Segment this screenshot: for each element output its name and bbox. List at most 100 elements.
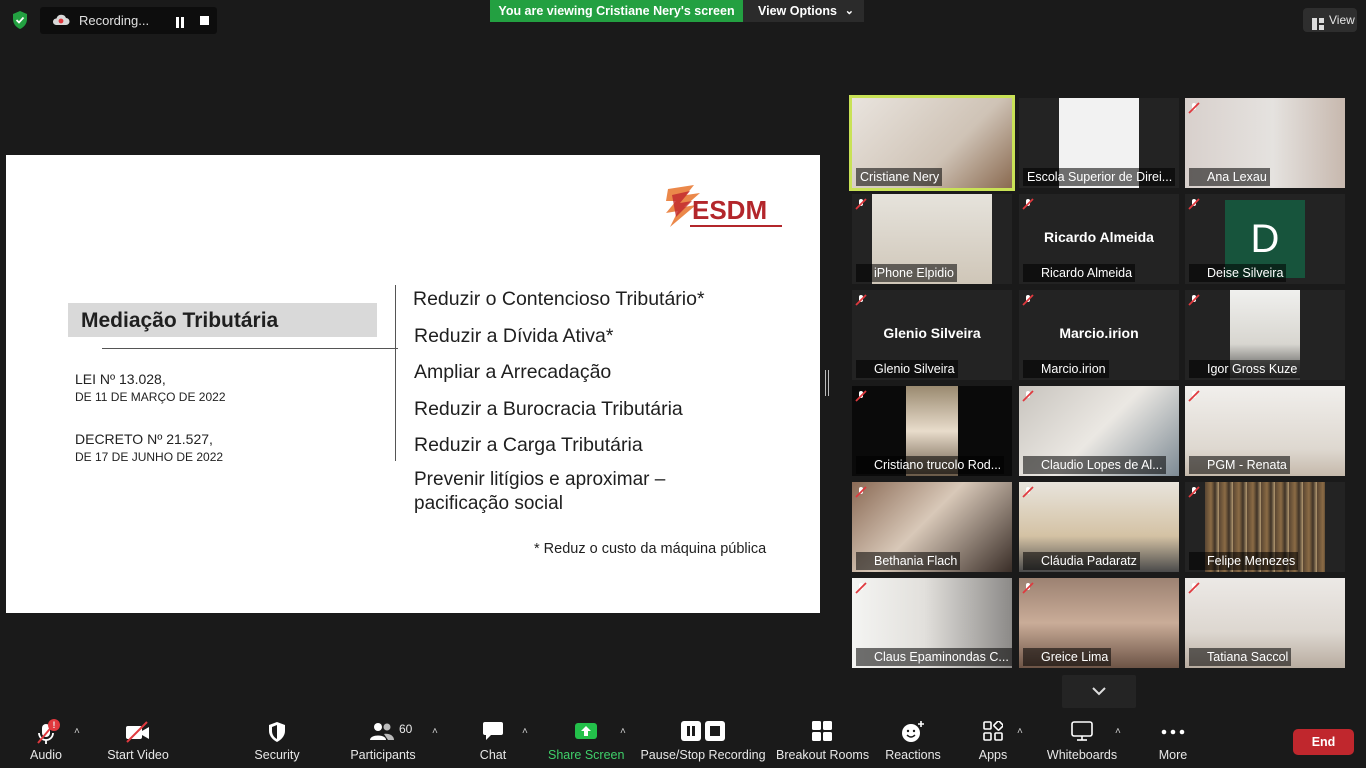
whiteboards-options-caret[interactable]: ˄ [1115,726,1121,737]
chevron-down-icon: ⌄ [844,5,854,17]
audio-label: Audio [30,748,62,762]
bullet-item: Reduzir a Burocracia Tributária [414,398,683,420]
view-layout-button[interactable]: View [1303,8,1357,32]
video-tile[interactable]: Claus Epaminondas C... [852,578,1012,668]
apps-options-caret[interactable]: ˄ [1017,726,1023,737]
law-1-number: LEI Nº 13.028, [75,371,166,387]
encryption-shield-icon[interactable] [10,10,30,30]
video-tile[interactable]: iPhone Elpidio [852,194,1012,284]
chat-label: Chat [479,748,507,762]
pause-stop-recording-label: Pause/Stop Recording [640,748,766,762]
participant-name: Tatiana Saccol [1189,648,1292,666]
view-options-label: View Options [758,4,837,18]
video-tile[interactable]: Greice Lima [1019,578,1179,668]
share-screen-label: Share Screen [548,748,625,762]
participant-name: Marcio.irion [1023,360,1109,378]
stop-recording-icon[interactable] [200,16,209,25]
video-tile[interactable]: Cristiano trucolo Rod... [852,386,1012,476]
divider-line [102,348,398,349]
participant-name: Felipe Menezes [1189,552,1299,570]
slide-title-box: Mediação Tributária [68,303,377,337]
participant-name: Bethania Flach [856,552,961,570]
participants-button[interactable]: 60 Participants [346,710,420,768]
video-tile[interactable]: Bethania Flach [852,482,1012,572]
vertical-divider [395,285,396,461]
recording-indicator: Recording... [40,7,217,34]
share-screen-button[interactable]: Share Screen [548,710,624,768]
pause-stop-recording-button[interactable]: Pause/Stop Recording [640,710,766,768]
security-button[interactable]: Security [249,710,305,768]
video-tile[interactable]: D Deise Silveira [1185,194,1345,284]
video-tile[interactable]: Cristiane Nery [849,95,1015,191]
muted-mic-icon [855,293,867,306]
bullet-item: Reduzir o Contencioso Tributário* [413,288,705,310]
video-tile[interactable]: Ana Lexau [1185,98,1345,188]
participant-name: Claudio Lopes de Al... [1023,456,1166,474]
bullet-item: Ampliar a Arrecadação [414,361,612,383]
view-options-dropdown[interactable]: View Options ⌄ [743,0,864,22]
participant-display-name: Glenio Silveira [883,325,981,341]
video-tile[interactable]: PGM - Renata [1185,386,1345,476]
participant-name: Glenio Silveira [856,360,958,378]
video-tile[interactable]: Ricardo Almeida Ricardo Almeida [1019,194,1179,284]
breakout-rooms-button[interactable]: Breakout Rooms [776,710,870,768]
whiteboards-button[interactable]: Whiteboards [1044,710,1120,768]
cloud-record-icon [52,13,70,32]
law-2-date: DE 17 DE JUNHO DE 2022 [75,450,224,464]
resize-handle[interactable] [825,370,829,396]
video-tile[interactable]: Felipe Menezes [1185,482,1345,572]
muted-mic-icon [1022,389,1034,402]
participant-name: Cláudia Padaratz [1023,552,1140,570]
participants-options-caret[interactable]: ˄ [432,726,438,737]
apps-icon [983,720,1004,744]
participant-name: Claus Epaminondas C... [856,648,1012,666]
video-tile[interactable]: Claudio Lopes de Al... [1019,386,1179,476]
gallery-next-page-button[interactable] [1062,675,1136,708]
start-video-label: Start Video [107,748,169,762]
reactions-button[interactable]: Reactions [882,710,944,768]
muted-mic-icon [1022,581,1034,594]
participant-name: PGM - Renata [1189,456,1290,474]
participant-name: Cristiane Nery [856,168,943,186]
smiley-plus-icon [901,721,925,746]
pause-recording-icon[interactable] [174,15,186,28]
chat-options-caret[interactable]: ˄ [522,726,528,737]
muted-mic-icon [855,485,867,498]
muted-mic-icon [1188,389,1200,402]
video-tile[interactable]: Escola Superior de Direi... [1019,98,1179,188]
video-tile[interactable]: Cláudia Padaratz [1019,482,1179,572]
share-options-caret[interactable]: ˄ [620,726,626,737]
muted-mic-icon [1022,485,1034,498]
bullet-item: Reduzir a Carga Tributária [414,434,643,456]
end-meeting-button[interactable]: End [1293,729,1354,755]
muted-mic-icon [855,389,867,402]
audio-options-caret[interactable]: ˄ [74,726,80,737]
whiteboard-icon [1071,721,1093,744]
bullet-item-line2: pacificação social [414,493,563,514]
security-label: Security [254,748,300,762]
participant-name: Igor Gross Kuze [1189,360,1301,378]
esdm-logo: ESDM [666,185,784,233]
apps-label: Apps [978,748,1008,762]
more-button[interactable]: More [1152,710,1194,768]
bullet-item-line1: Prevenir litígios e aproximar – [414,469,666,490]
start-video-button[interactable]: Start Video [104,710,172,768]
breakout-rooms-label: Breakout Rooms [776,748,870,762]
video-tile[interactable]: Tatiana Saccol [1185,578,1345,668]
participant-name: Cristiano trucolo Rod... [856,456,1005,474]
participants-icon [369,721,395,744]
shield-icon [267,721,287,746]
reactions-label: Reactions [885,748,941,762]
more-label: More [1158,748,1188,762]
video-tile[interactable]: Marcio.irion Marcio.irion [1019,290,1179,380]
view-button-label: View [1329,13,1355,27]
chat-button[interactable]: Chat [471,710,515,768]
slide-title: Mediação Tributária [81,309,279,332]
muted-mic-icon [1022,197,1034,210]
video-tile[interactable]: Glenio Silveira Glenio Silveira [852,290,1012,380]
participant-display-name: Marcio.irion [1059,325,1139,341]
apps-button[interactable]: Apps [972,710,1014,768]
video-tile[interactable]: Igor Gross Kuze [1185,290,1345,380]
audio-button[interactable]: ! Audio [18,710,74,768]
muted-mic-icon [1188,197,1200,210]
